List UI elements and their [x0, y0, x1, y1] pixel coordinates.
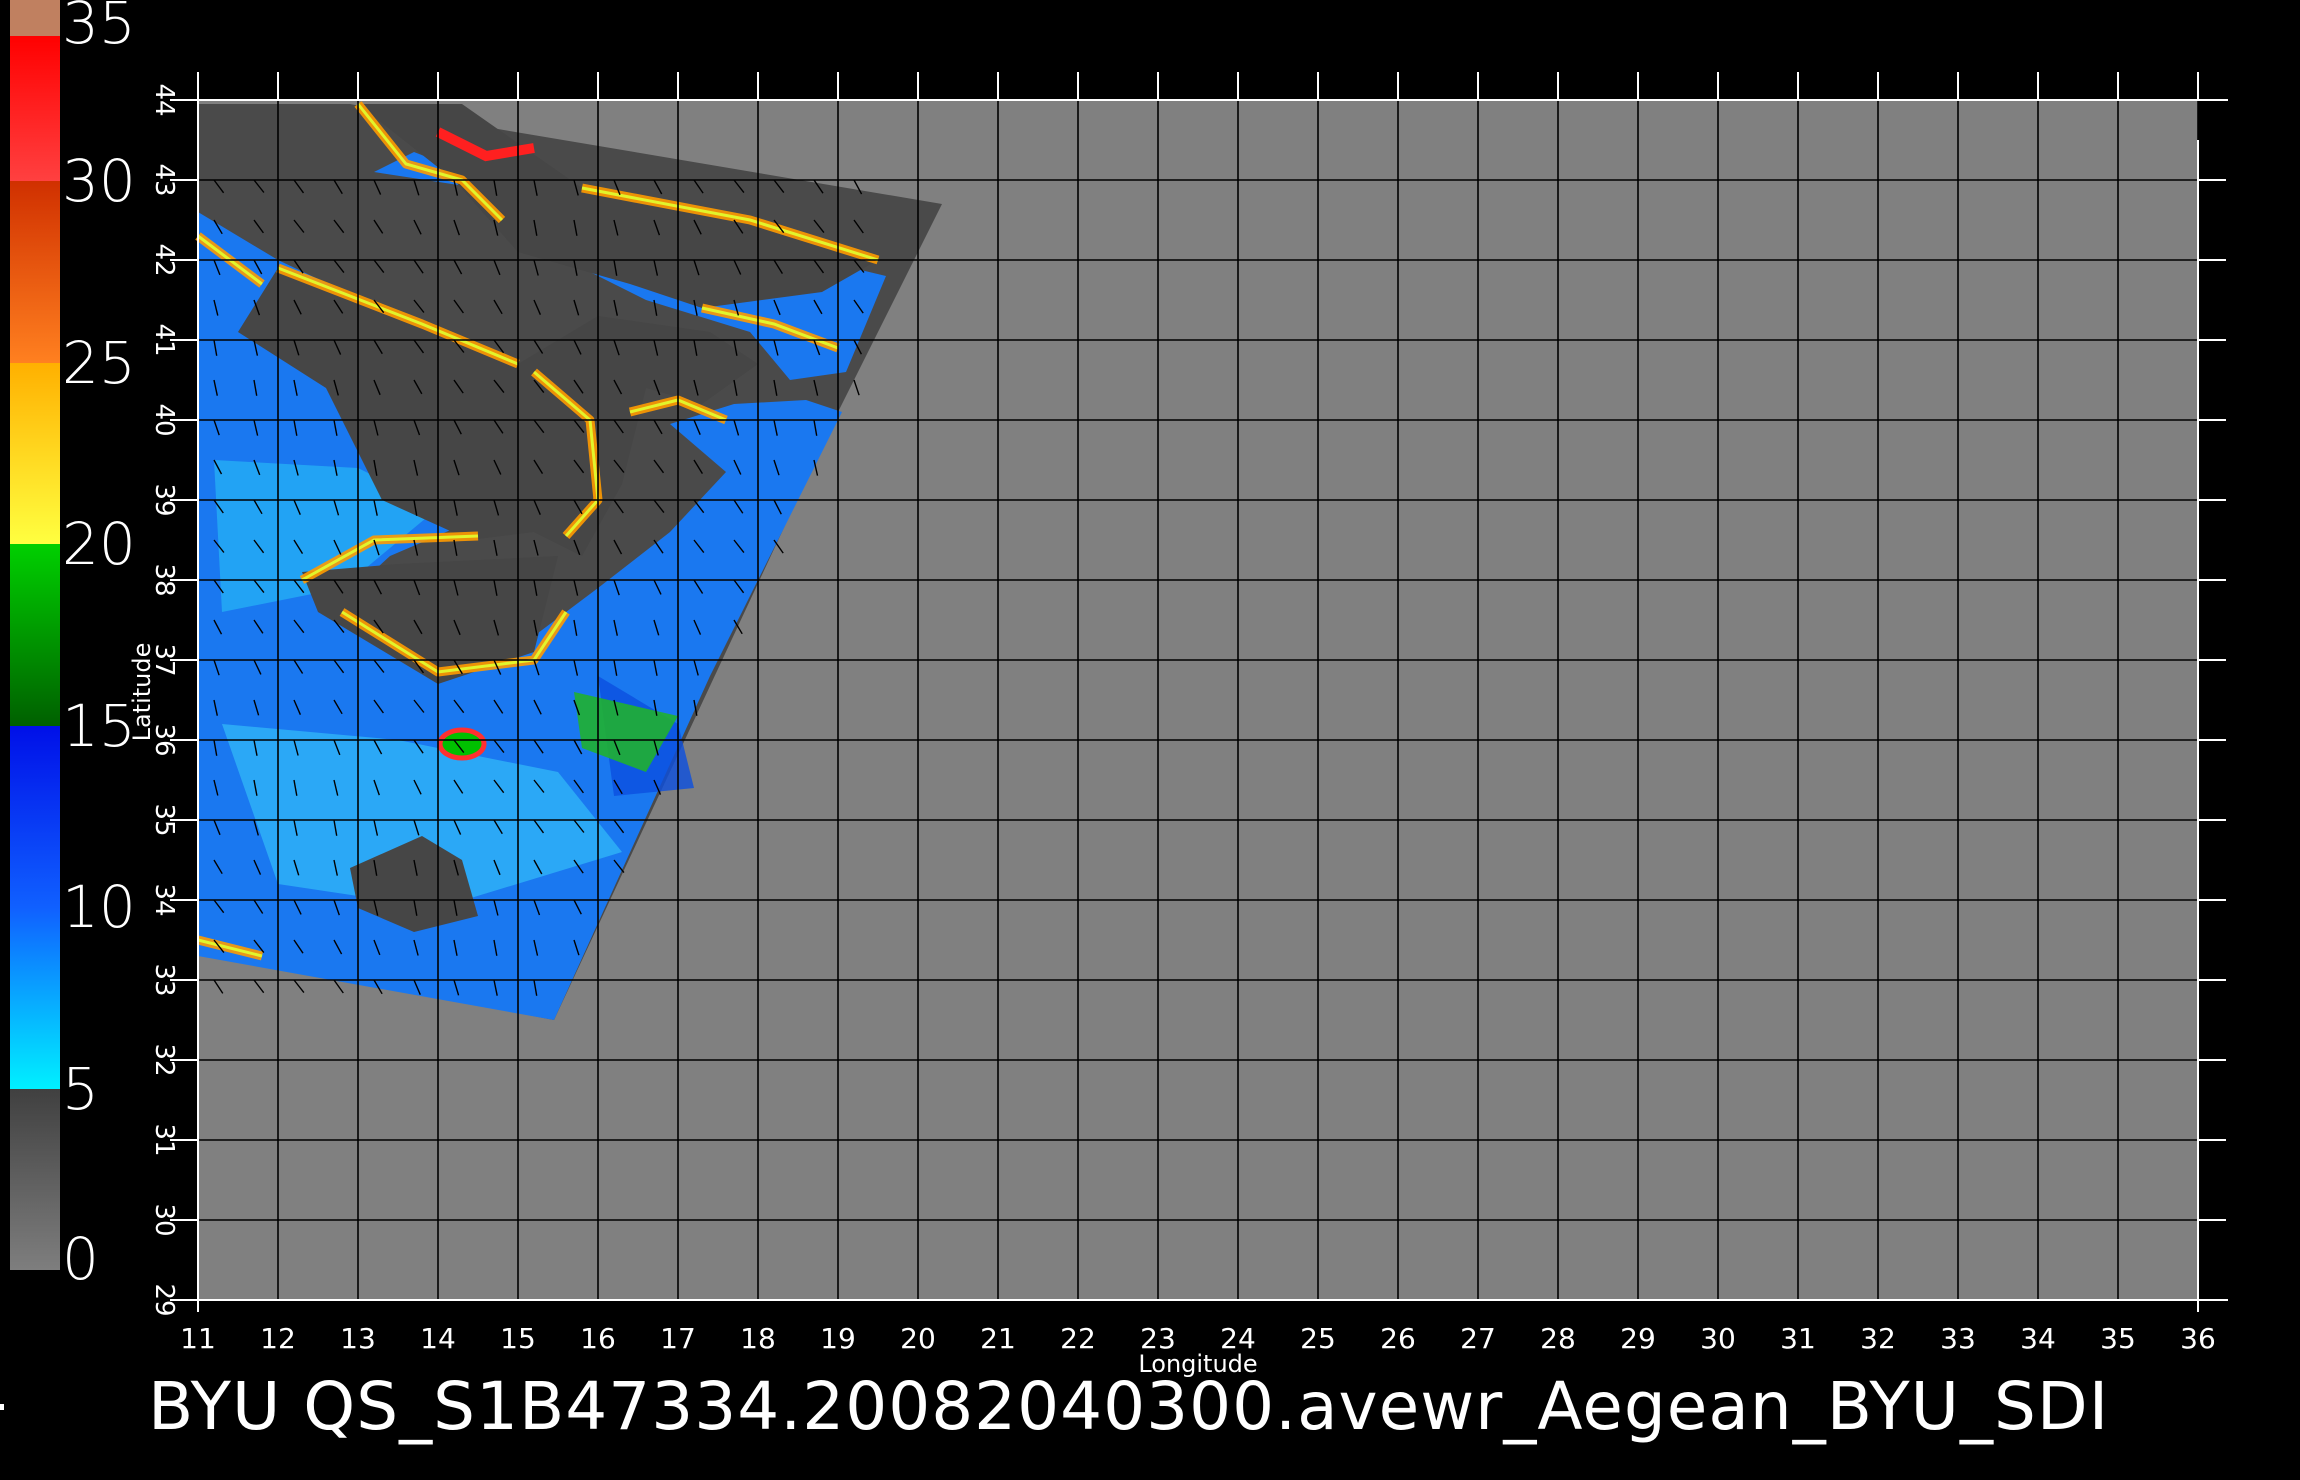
x-tick-label: 12	[260, 1322, 296, 1355]
y-tick-label: 41	[149, 323, 179, 356]
y-tick-label: 30	[149, 1203, 179, 1236]
x-tick-label: 35	[2100, 1322, 2136, 1355]
x-tick-label: 28	[1540, 1322, 1576, 1355]
y-tick-label: 39	[149, 483, 179, 516]
product-title: BYU QS_S1B47334.20082040300.avewr_Aegean…	[148, 1368, 2110, 1445]
edge-marker	[0, 1404, 4, 1410]
x-tick-label: 20	[900, 1322, 936, 1355]
island-wind-zone	[437, 727, 487, 761]
x-tick-label: 14	[420, 1322, 456, 1355]
y-tick-label: 31	[149, 1123, 179, 1156]
y-axis-label: Latitude	[128, 643, 156, 742]
x-tick-label: 17	[660, 1322, 696, 1355]
x-tick-label: 22	[1060, 1322, 1096, 1355]
x-tick-label: 34	[2020, 1322, 2056, 1355]
x-tick-label: 16	[580, 1322, 616, 1355]
x-tick-label: 25	[1300, 1322, 1336, 1355]
y-tick-label: 29	[149, 1283, 179, 1316]
y-tick-label: 42	[149, 243, 179, 276]
x-tick-label: 31	[1780, 1322, 1816, 1355]
y-tick-label: 40	[149, 403, 179, 436]
x-tick-label: 36	[2180, 1322, 2216, 1355]
y-tick-label: 35	[149, 803, 179, 836]
y-tick-label: 34	[149, 883, 179, 916]
x-tick-label: 13	[340, 1322, 376, 1355]
x-tick-label: 26	[1380, 1322, 1416, 1355]
x-tick-label: 19	[820, 1322, 856, 1355]
wind-map: 11 12 13 14 15 16 17 18 19 20 21 22 23 24 25 26 27 28 29 30…	[128, 72, 2228, 1378]
y-tick-label: 33	[149, 963, 179, 996]
x-tick-label: 15	[500, 1322, 536, 1355]
x-tick-label: 32	[1860, 1322, 1896, 1355]
y-tick-label: 43	[149, 163, 179, 196]
y-tick-label: 44	[149, 83, 179, 116]
y-tick-label: 32	[149, 1043, 179, 1076]
x-tick-label: 21	[980, 1322, 1016, 1355]
x-tick-label: 27	[1460, 1322, 1496, 1355]
x-tick-label: 33	[1940, 1322, 1976, 1355]
x-tick-label: 18	[740, 1322, 776, 1355]
x-tick-label: 29	[1620, 1322, 1656, 1355]
y-tick-label: 38	[149, 563, 179, 596]
x-tick-label: 11	[180, 1322, 216, 1355]
x-tick-label: 30	[1700, 1322, 1736, 1355]
